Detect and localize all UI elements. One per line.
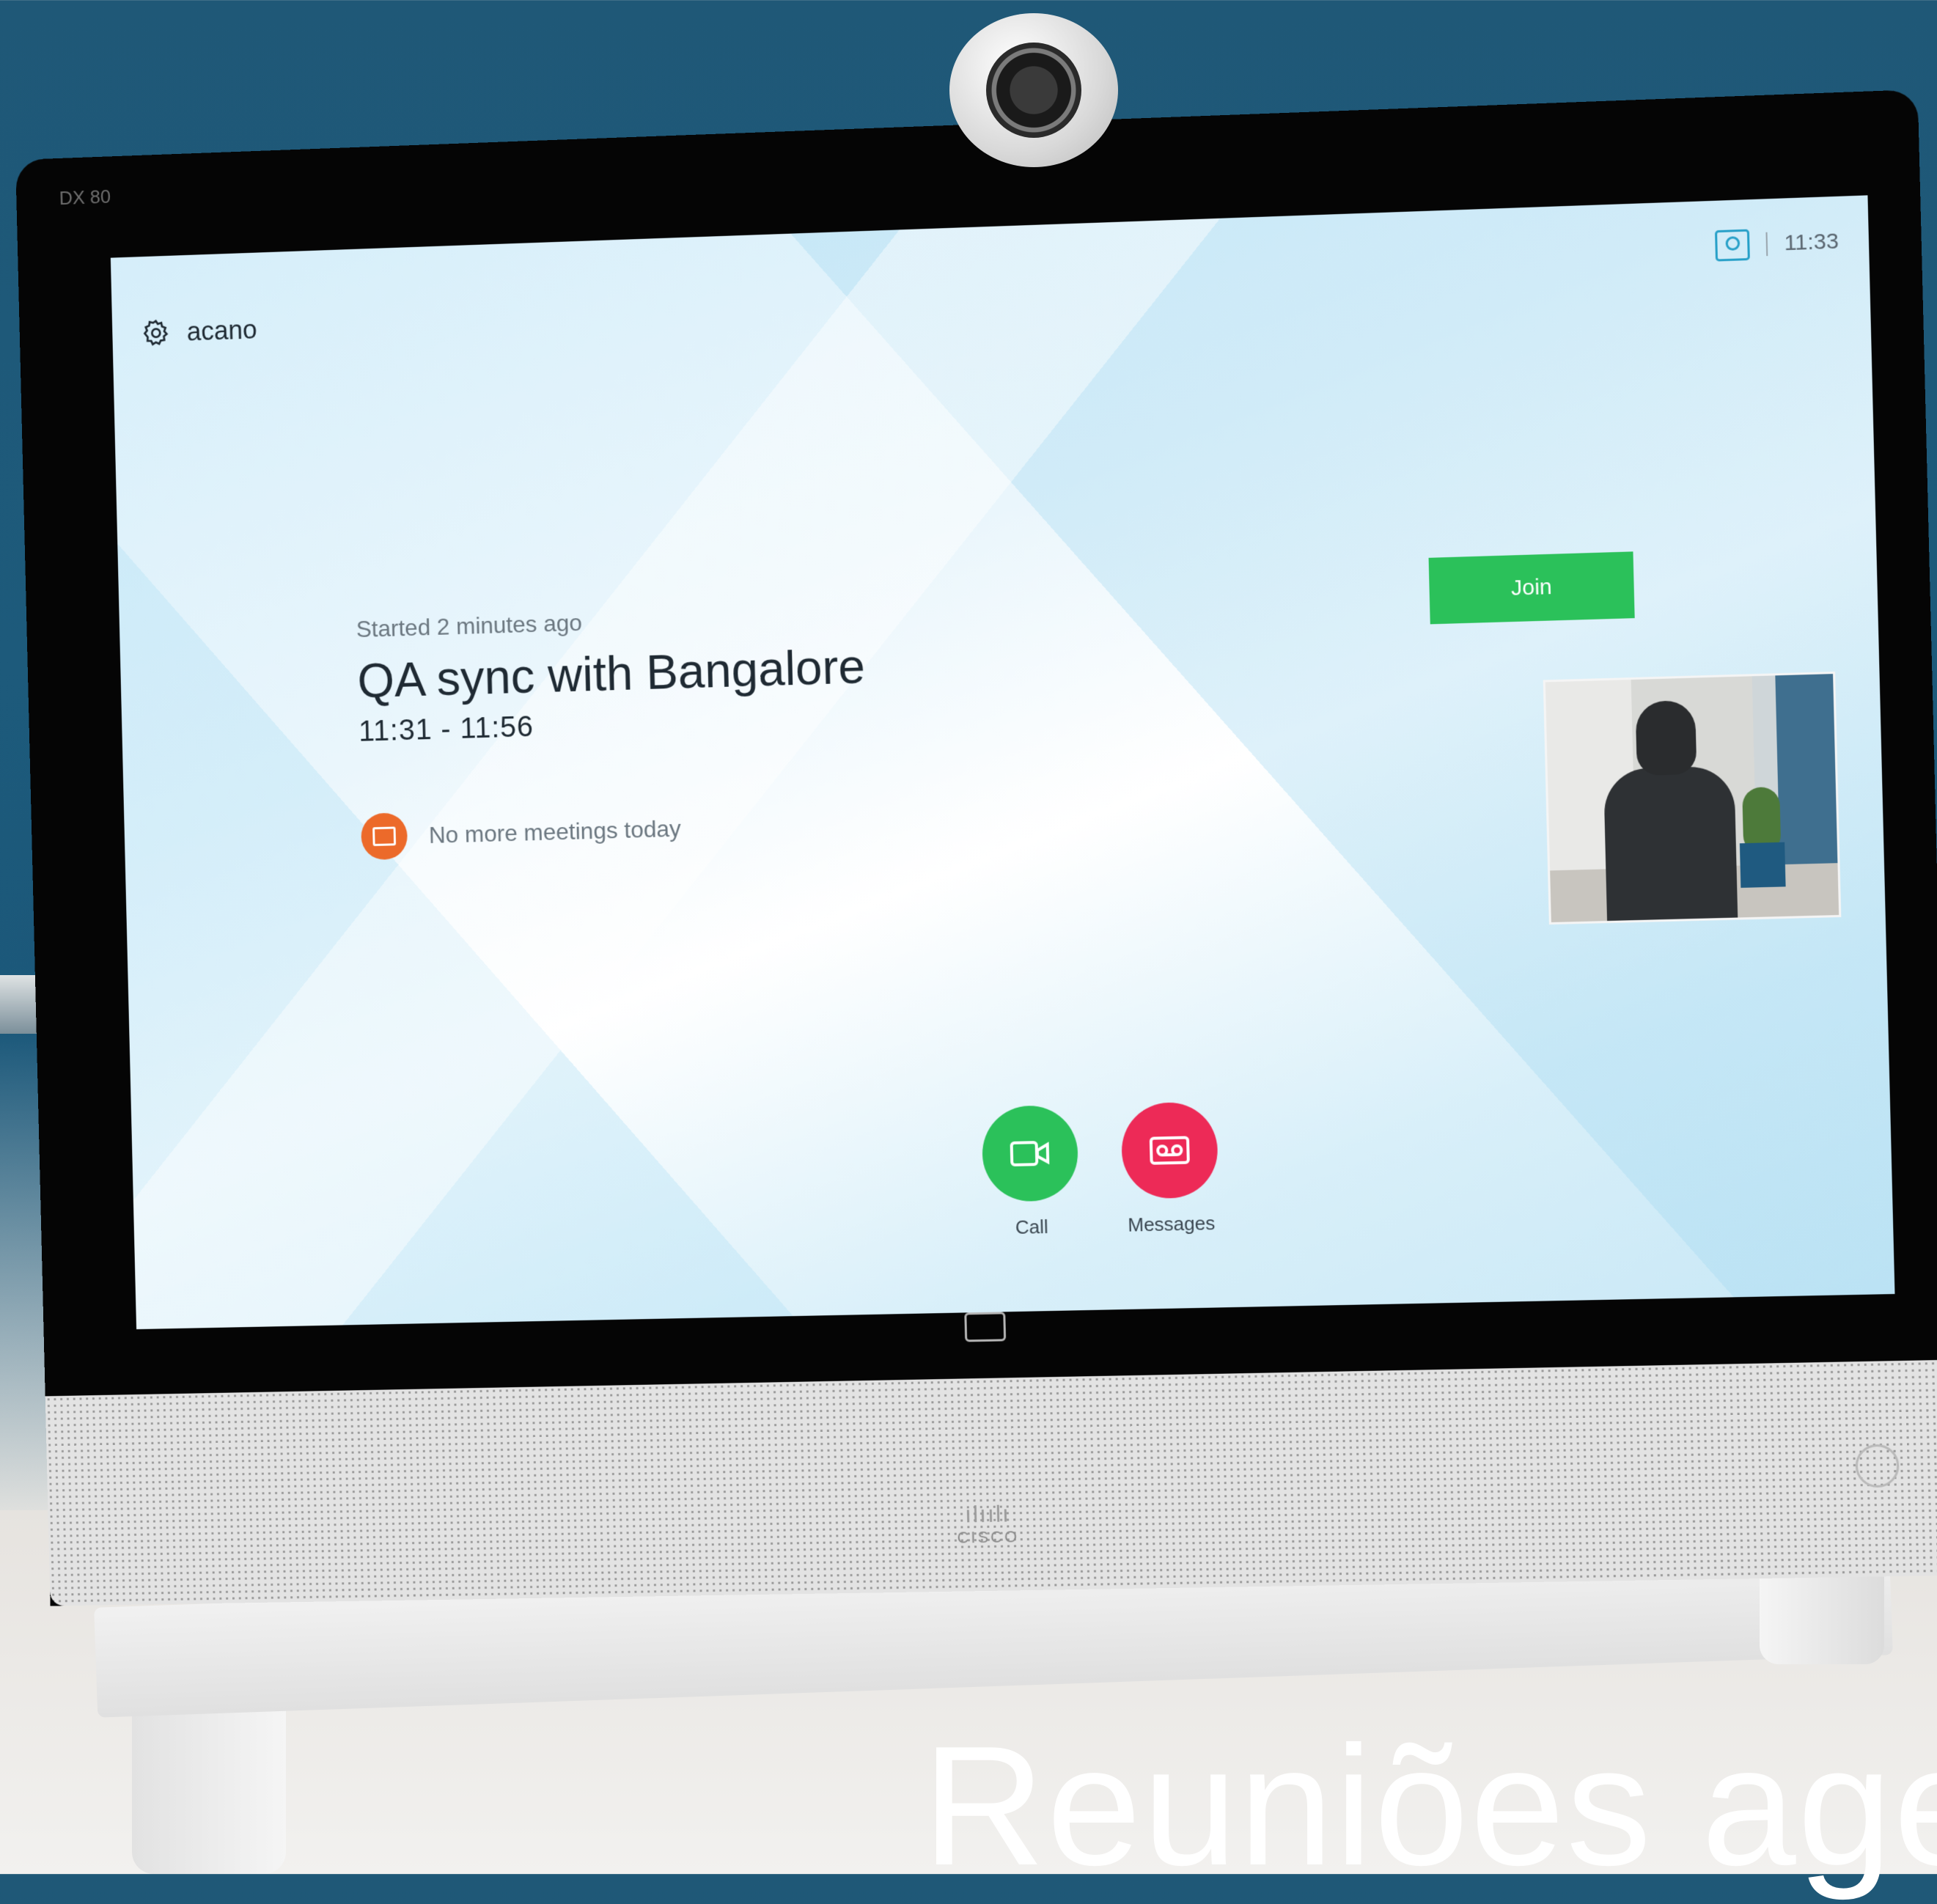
messages-label: Messages — [1128, 1212, 1216, 1237]
gear-icon[interactable] — [141, 317, 172, 349]
bottom-dock: Call Messages — [981, 1101, 1219, 1239]
meeting-time: 11:31 - 11:56 — [359, 701, 867, 749]
power-button-icon[interactable] — [1855, 1444, 1900, 1488]
status-divider — [1766, 232, 1768, 256]
camera — [949, 13, 1118, 167]
touch-screen: acano 11:33 Started 2 minutes ago QA syn… — [111, 195, 1895, 1329]
meeting-card: Started 2 minutes ago QA sync with Banga… — [356, 600, 869, 860]
clock: 11:33 — [1784, 229, 1839, 256]
no-more-meetings: No more meetings today — [361, 800, 870, 860]
meeting-started: Started 2 minutes ago — [356, 600, 864, 643]
dx80-monitor: DX 80 acano 11:33 Started 2 minutes ago … — [15, 89, 1937, 1606]
model-label: DX 80 — [59, 185, 111, 210]
calendar-icon — [361, 812, 408, 860]
home-button-icon[interactable] — [964, 1312, 1006, 1342]
camera-lens — [986, 43, 1081, 138]
cisco-logo: ılıılı CISCO — [956, 1500, 1019, 1547]
join-button[interactable]: Join — [1429, 551, 1635, 624]
messages-button[interactable]: Messages — [1121, 1101, 1220, 1236]
selfview-preview[interactable] — [1543, 672, 1842, 925]
user-name: acano — [186, 315, 257, 348]
overlay-caption: Reuniões age — [922, 1708, 1937, 1904]
no-more-meetings-text: No more meetings today — [429, 815, 682, 848]
selfview-icon[interactable] — [1715, 229, 1750, 262]
status-area: 11:33 — [1715, 226, 1839, 261]
voicemail-icon[interactable] — [1121, 1101, 1219, 1199]
meeting-title: QA sync with Bangalore — [357, 638, 866, 708]
speaker-grille: ılıılı CISCO — [45, 1360, 1937, 1606]
call-label: Call — [1015, 1216, 1049, 1239]
video-call-icon[interactable] — [981, 1105, 1078, 1202]
call-button[interactable]: Call — [981, 1105, 1079, 1240]
settings-menu[interactable]: acano — [141, 315, 257, 349]
